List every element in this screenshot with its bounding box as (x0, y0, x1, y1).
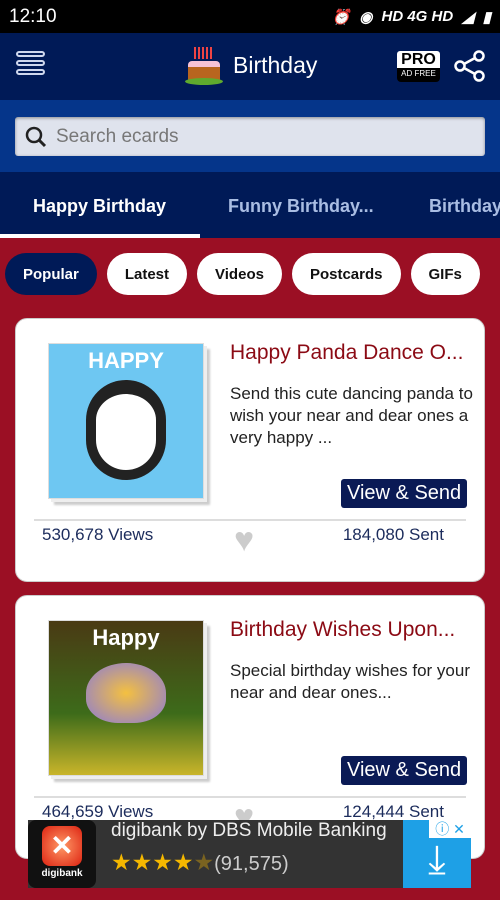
status-bar: 12:10 ⏰ ◉ HD 4G HD ◢ ▮ (0, 0, 500, 33)
pro-ad-free-button[interactable]: PRO AD FREE (397, 51, 440, 82)
search-placeholder: Search ecards (56, 125, 179, 147)
share-icon[interactable] (454, 50, 486, 82)
sent-count: 184,080 Sent (342, 525, 444, 544)
chip-gifs[interactable]: GIFs (410, 253, 480, 295)
search-band: Search ecards (0, 100, 500, 172)
active-tab-indicator (0, 234, 200, 238)
menu-icon[interactable] (16, 51, 45, 78)
download-icon: ⤓ (428, 838, 446, 882)
network-text: HD 4G HD (381, 8, 454, 25)
chip-popular[interactable]: Popular (5, 253, 97, 295)
tab-birthday[interactable]: Birthday (429, 196, 500, 217)
rating-count: (91,575) (214, 853, 289, 875)
ecard-item[interactable]: HAPPY Happy Panda Dance O... Send this c… (15, 318, 485, 582)
chip-postcards[interactable]: Postcards (291, 253, 401, 295)
ad-app-logo: ✕ digibank (28, 820, 96, 888)
ecard-thumbnail[interactable]: HAPPY (48, 343, 204, 499)
thumbnail-text: HAPPY (88, 348, 164, 373)
ecard-title[interactable]: Happy Panda Dance O... (230, 341, 470, 365)
ecard-thumbnail[interactable]: Happy (48, 620, 204, 776)
search-icon (25, 126, 47, 147)
tab-funny-birthday[interactable]: Funny Birthday... (228, 196, 374, 217)
app-title: Birthday (233, 51, 318, 78)
ad-rating: ★★★★★(91,575) (111, 849, 289, 876)
alarm-icon: ⏰ (331, 8, 351, 26)
ecard-description: Special birthday wishes for your near an… (230, 661, 471, 702)
clock: 12:10 (9, 5, 57, 27)
chip-videos[interactable]: Videos (197, 253, 282, 295)
ad-banner[interactable]: ✕ digibank digibank by DBS Mobile Banking… (28, 820, 471, 888)
views-count: 464,659 Views (42, 802, 154, 821)
thumbnail-text: Happy (92, 625, 160, 650)
view-send-button[interactable]: View & Send (341, 479, 468, 508)
filter-chips: Popular Latest Videos Postcards GIFs (5, 253, 480, 295)
ad-logo-text: digibank (41, 868, 83, 879)
ad-title[interactable]: digibank by DBS Mobile Banking (111, 820, 387, 842)
sent-count: 124,444 Sent (342, 802, 444, 821)
panda-image (86, 380, 166, 480)
battery-icon: ▮ (482, 8, 491, 26)
download-button[interactable]: ⤓ ⓘ ✕ (403, 820, 471, 888)
pro-label: PRO (397, 51, 440, 68)
category-tabs: Happy Birthday Funny Birthday... Birthda… (0, 172, 500, 238)
app-header: Birthday PRO AD FREE (0, 33, 500, 100)
pro-sub-label: AD FREE (401, 69, 436, 78)
star-icons: ★★★★ (111, 849, 194, 875)
views-count: 530,678 Views (42, 525, 154, 544)
ecard-title[interactable]: Birthday Wishes Upon... (230, 618, 470, 642)
chip-latest[interactable]: Latest (106, 253, 188, 295)
heart-icon[interactable]: ♥ (234, 523, 254, 557)
butterfly-image (86, 663, 166, 723)
search-input[interactable]: Search ecards (15, 117, 485, 156)
signal-icon: ◢ (462, 8, 474, 26)
ecard-description: Send this cute dancing panda to wish you… (230, 384, 473, 447)
view-send-button[interactable]: View & Send (341, 756, 468, 785)
ad-info-close-icon[interactable]: ⓘ ✕ (429, 820, 471, 838)
hotspot-icon: ◉ (359, 8, 373, 26)
tab-happy-birthday[interactable]: Happy Birthday (33, 196, 166, 217)
star-empty-icon: ★ (193, 849, 215, 875)
cake-logo-icon (185, 45, 223, 85)
